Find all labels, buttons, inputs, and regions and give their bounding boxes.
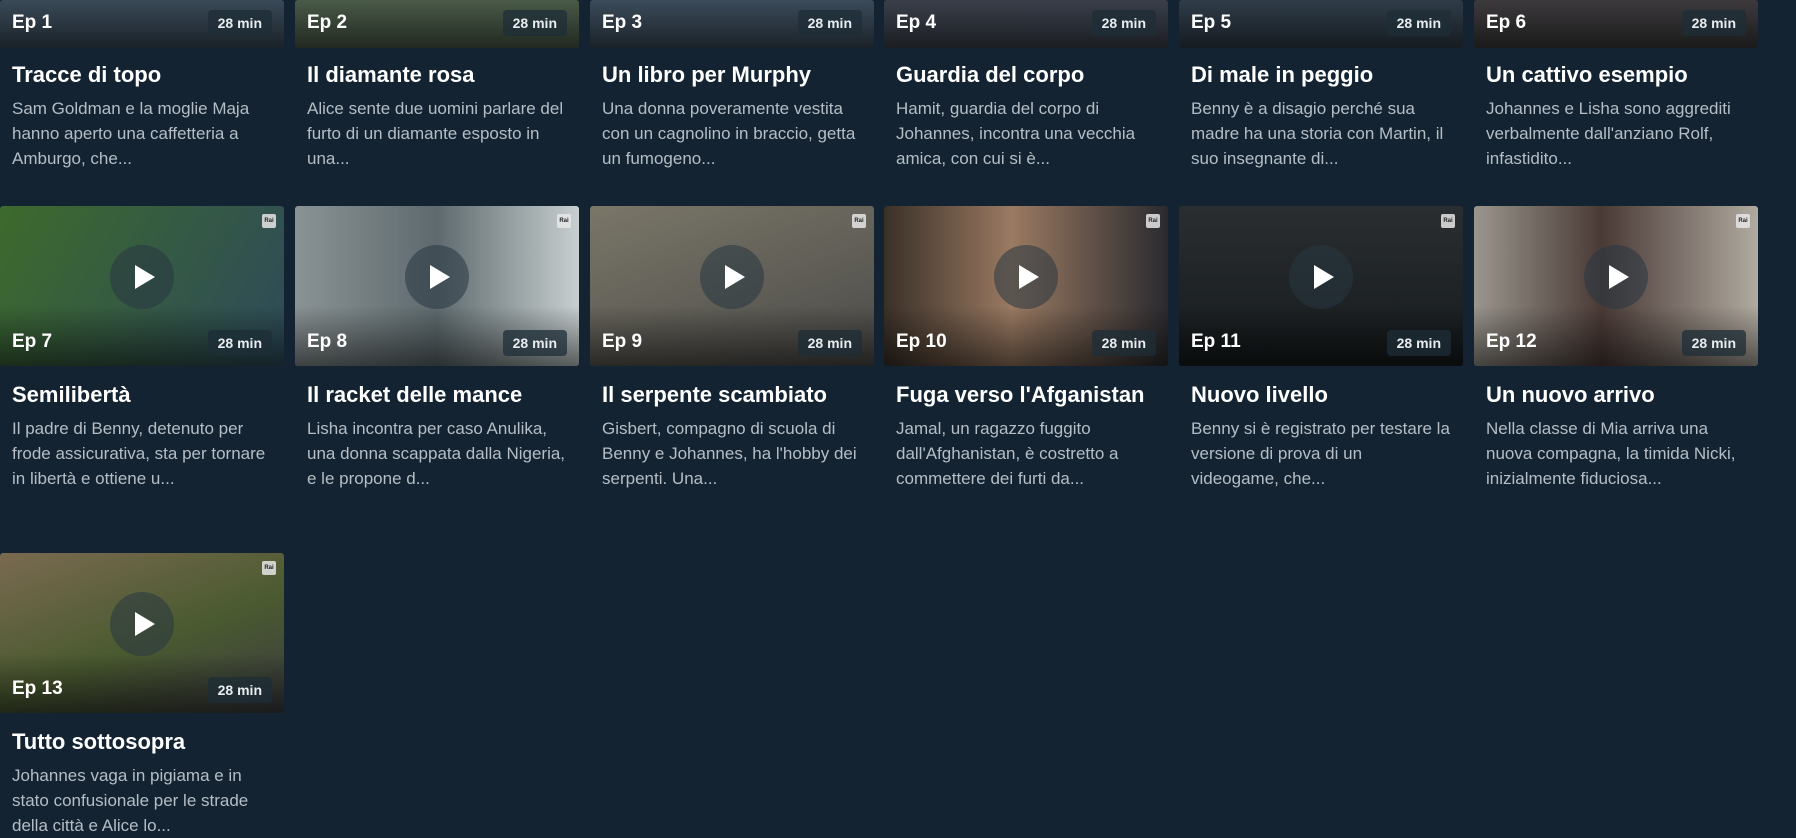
- duration-badge: 28 min: [797, 10, 862, 36]
- duration-badge: 28 min: [797, 330, 862, 356]
- play-icon[interactable]: [1289, 245, 1353, 309]
- duration-badge: 28 min: [502, 10, 567, 36]
- episode-thumbnail[interactable]: Ep 5 28 min: [1179, 0, 1463, 48]
- episode-grid: Ep 1 28 min Tracce di topo Sam Goldman e…: [0, 0, 1796, 835]
- play-icon[interactable]: [1584, 245, 1648, 309]
- episode-number: Ep 5: [1191, 12, 1232, 33]
- episode-card-9[interactable]: Rai Ep 9 28 min Il serpente scambiato Gi…: [590, 206, 874, 491]
- episode-thumbnail[interactable]: Rai Ep 7 28 min: [0, 206, 284, 366]
- episode-number: Ep 1: [12, 12, 53, 33]
- channel-logo: Rai: [1146, 214, 1160, 228]
- channel-logo: Rai: [557, 214, 571, 228]
- episode-thumbnail[interactable]: Rai Ep 13 28 min: [0, 553, 284, 713]
- episode-thumbnail[interactable]: Ep 3 28 min: [590, 0, 874, 48]
- duration-badge: 28 min: [1681, 10, 1746, 36]
- channel-logo: Rai: [1441, 214, 1455, 228]
- play-icon[interactable]: [110, 245, 174, 309]
- episode-card-1[interactable]: Ep 1 28 min Tracce di topo Sam Goldman e…: [0, 0, 284, 171]
- episode-title: Tracce di topo: [12, 62, 162, 87]
- duration-badge: 28 min: [207, 10, 272, 36]
- episode-thumbnail[interactable]: Rai Ep 10 28 min: [884, 206, 1168, 366]
- episode-description: Hamit, guardia del corpo di Johannes, in…: [896, 99, 1136, 168]
- episode-thumbnail[interactable]: Rai Ep 12 28 min: [1474, 206, 1758, 366]
- episode-thumbnail[interactable]: Rai Ep 8 28 min: [295, 206, 579, 366]
- channel-logo: Rai: [262, 561, 276, 575]
- duration-badge: 28 min: [207, 677, 272, 703]
- duration-badge: 28 min: [207, 330, 272, 356]
- episode-number: Ep 2: [307, 12, 348, 33]
- episode-description: Johannes vaga in pigiama e in stato conf…: [12, 766, 249, 835]
- episode-card-3[interactable]: Ep 3 28 min Un libro per Murphy Una donn…: [590, 0, 874, 171]
- duration-badge: 28 min: [1386, 330, 1451, 356]
- channel-logo: Rai: [262, 214, 276, 228]
- episode-thumbnail[interactable]: Ep 6 28 min: [1474, 0, 1758, 48]
- episode-number: Ep 3: [602, 12, 643, 33]
- episode-description: Una donna poveramente vestita con un cag…: [602, 99, 856, 168]
- episode-number: Ep 10: [896, 331, 947, 352]
- episode-title: Il diamante rosa: [307, 62, 475, 87]
- duration-badge: 28 min: [1091, 10, 1156, 36]
- episode-card-6[interactable]: Ep 6 28 min Un cattivo esempio Johannes …: [1474, 0, 1758, 171]
- episode-card-12[interactable]: Rai Ep 12 28 min Un nuovo arrivo Nella c…: [1474, 206, 1758, 491]
- episode-title: Tutto sottosopra: [12, 729, 186, 754]
- episode-title: Guardia del corpo: [896, 62, 1085, 87]
- episode-number: Ep 9: [602, 331, 643, 352]
- duration-badge: 28 min: [1091, 330, 1156, 356]
- channel-logo: Rai: [1736, 214, 1750, 228]
- episode-description: Sam Goldman e la moglie Maja hanno apert…: [12, 99, 250, 168]
- episode-card-13[interactable]: Rai Ep 13 28 min Tutto sottosopra Johann…: [0, 553, 284, 838]
- play-icon[interactable]: [405, 245, 469, 309]
- play-icon[interactable]: [994, 245, 1058, 309]
- episode-description: Benny è a disagio perché sua madre ha un…: [1191, 99, 1444, 168]
- episode-card-7[interactable]: Rai Ep 7 28 min Semilibertà Il padre di …: [0, 206, 284, 491]
- episode-card-4[interactable]: Ep 4 28 min Guardia del corpo Hamit, gua…: [884, 0, 1168, 171]
- episode-card-10[interactable]: Rai Ep 10 28 min Fuga verso l'Afganistan…: [884, 206, 1168, 491]
- episode-number: Ep 12: [1486, 331, 1537, 352]
- channel-logo: Rai: [852, 214, 866, 228]
- episode-number: Ep 11: [1191, 331, 1241, 352]
- episode-thumbnail[interactable]: Ep 2 28 min: [295, 0, 579, 48]
- episode-description: Nella classe di Mia arriva una nuova com…: [1486, 419, 1736, 488]
- episode-title: Un cattivo esempio: [1486, 62, 1688, 87]
- episode-card-5[interactable]: Ep 5 28 min Di male in peggio Benny è a …: [1179, 0, 1463, 171]
- play-icon[interactable]: [700, 245, 764, 309]
- episode-number: Ep 6: [1486, 12, 1527, 33]
- episode-title: Il serpente scambiato: [602, 382, 827, 407]
- episode-number: Ep 8: [307, 331, 348, 352]
- episode-title: Semilibertà: [12, 382, 131, 407]
- episode-description: Lisha incontra per caso Anulika, una don…: [307, 419, 566, 488]
- episode-title: Un nuovo arrivo: [1486, 382, 1655, 407]
- episode-description: Alice sente due uomini parlare del furto…: [307, 99, 564, 168]
- duration-badge: 28 min: [1386, 10, 1451, 36]
- episode-title: Fuga verso l'Afganistan: [896, 382, 1145, 407]
- episode-title: Il racket delle mance: [307, 382, 523, 407]
- episode-thumbnail[interactable]: Ep 4 28 min: [884, 0, 1168, 48]
- episode-description: Johannes e Lisha sono aggrediti verbalme…: [1486, 99, 1731, 168]
- episode-number: Ep 4: [896, 12, 937, 33]
- episode-description: Benny si è registrato per testare la ver…: [1191, 419, 1450, 488]
- episode-description: Jamal, un ragazzo fuggito dall'Afghanist…: [896, 419, 1119, 488]
- episode-description: Il padre di Benny, detenuto per frode as…: [12, 419, 266, 488]
- episode-description: Gisbert, compagno di scuola di Benny e J…: [602, 419, 857, 488]
- episode-number: Ep 13: [12, 678, 63, 699]
- episode-title: Un libro per Murphy: [602, 62, 811, 87]
- episode-number: Ep 7: [12, 331, 53, 352]
- episode-card-11[interactable]: Rai Ep 11 28 min Nuovo livello Benny si …: [1179, 206, 1463, 491]
- episode-thumbnail[interactable]: Rai Ep 11 28 min: [1179, 206, 1463, 366]
- play-icon[interactable]: [110, 592, 174, 656]
- episode-title: Nuovo livello: [1191, 382, 1328, 407]
- episode-thumbnail[interactable]: Ep 1 28 min: [0, 0, 284, 48]
- episode-thumbnail[interactable]: Rai Ep 9 28 min: [590, 206, 874, 366]
- duration-badge: 28 min: [1681, 330, 1746, 356]
- episode-card-8[interactable]: Rai Ep 8 28 min Il racket delle mance Li…: [295, 206, 579, 491]
- episode-card-2[interactable]: Ep 2 28 min Il diamante rosa Alice sente…: [295, 0, 579, 171]
- duration-badge: 28 min: [502, 330, 567, 356]
- episode-title: Di male in peggio: [1191, 62, 1374, 87]
